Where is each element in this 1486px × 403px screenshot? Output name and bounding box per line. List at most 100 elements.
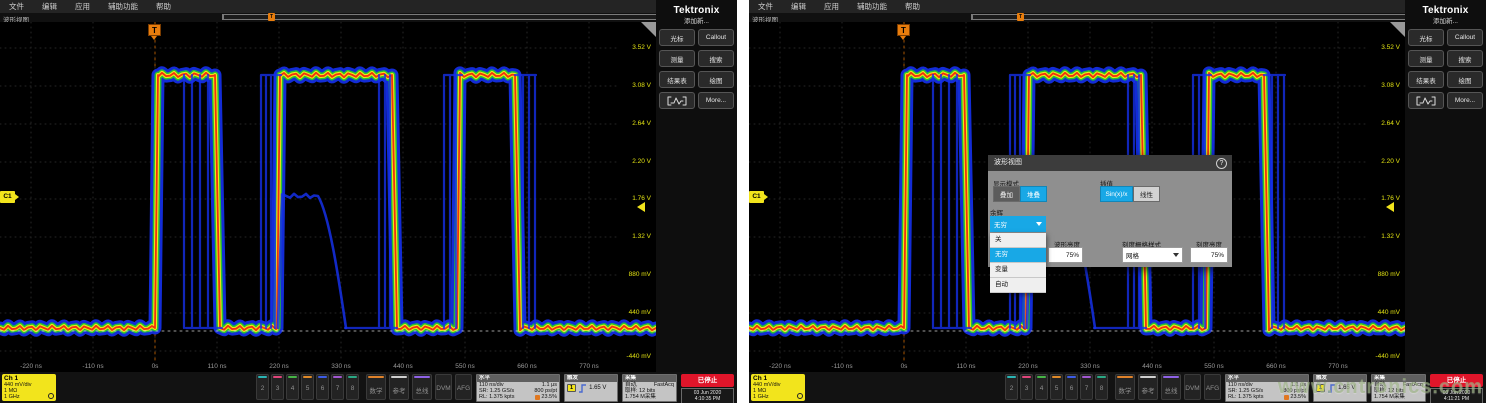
y-axis-label: 3.52 V <box>632 44 651 51</box>
side-button[interactable]: 绘图 <box>698 71 734 88</box>
y-axis-label: 440 mV <box>1378 309 1400 316</box>
channel8-button[interactable]: 8 <box>346 374 359 400</box>
trigger-panel[interactable]: 触发 1 1.65 V <box>564 374 618 402</box>
overview-trigger-marker[interactable]: T <box>268 13 275 21</box>
measurement-badge-icon[interactable] <box>659 92 695 109</box>
channel3-button[interactable]: 3 <box>1020 374 1033 400</box>
channel-color-strip <box>1022 376 1031 378</box>
数学-button[interactable]: 数学 <box>1115 374 1135 400</box>
side-button[interactable]: 结果表 <box>659 71 695 88</box>
参考-button[interactable]: 参考 <box>1138 374 1158 400</box>
总线-button[interactable]: 总线 <box>412 374 432 400</box>
side-button[interactable]: 测量 <box>659 50 695 67</box>
trigger-level-arrow-icon[interactable] <box>632 202 645 212</box>
more-button[interactable]: More... <box>1447 92 1483 109</box>
callout-button[interactable]: Callout <box>698 29 734 46</box>
y-axis-label: 1.32 V <box>632 233 651 240</box>
more-button[interactable]: More... <box>698 92 734 109</box>
y-axis-label: -440 mV <box>1375 353 1400 360</box>
channel2-button[interactable]: 2 <box>1005 374 1018 400</box>
persistence-option-变量[interactable]: 变量 <box>990 263 1046 278</box>
persistence-option-关[interactable]: 关 <box>990 233 1046 248</box>
数学-button[interactable]: 数学 <box>366 374 386 400</box>
horizontal-panel[interactable]: 水平 110 ns/div1.1 μs SR: 1.25 GS/s800 ps/… <box>476 374 560 402</box>
waveform-intensity-input[interactable]: 75% <box>1048 247 1083 263</box>
channel5-button[interactable]: 5 <box>1050 374 1063 400</box>
trigger-position-flag[interactable]: T <box>148 24 161 36</box>
trigger-source-badge: 1 <box>567 384 576 392</box>
button-color-strip <box>1163 376 1179 378</box>
channel4-button[interactable]: 4 <box>1035 374 1048 400</box>
help-icon[interactable]: ? <box>1216 158 1227 169</box>
channel6-button[interactable]: 6 <box>316 374 329 400</box>
button-color-strip <box>414 376 430 378</box>
x-axis-label: 0s <box>901 363 908 370</box>
graticule-style-dropdown[interactable]: 网格 <box>1122 247 1183 263</box>
channel2-button[interactable]: 2 <box>256 374 269 400</box>
menu-item-编辑[interactable]: 编辑 <box>782 1 815 12</box>
menu-item-应用[interactable]: 应用 <box>815 1 848 12</box>
channel1-badge[interactable]: Ch 1 440 mV/div 1 MΩ 1 GHz <box>2 374 56 401</box>
corner-handle-icon[interactable] <box>641 22 656 37</box>
side-button[interactable]: 测量 <box>1408 50 1444 67</box>
channel1-badge[interactable]: Ch 1 440 mV/div 1 MΩ 1 GHz <box>751 374 805 401</box>
channel6-button[interactable]: 6 <box>1065 374 1078 400</box>
dvm-button[interactable]: DVM <box>1184 374 1201 400</box>
interpolation-sinx-button[interactable]: Sin(x)/x <box>1100 186 1133 202</box>
persistence-options-list: 关无穷变量自动 <box>990 233 1046 293</box>
side-button[interactable]: 光标 <box>659 29 695 46</box>
run-stop-button[interactable]: 已停止 <box>681 374 734 387</box>
y-axis-label: 2.64 V <box>1381 120 1400 127</box>
总线-button[interactable]: 总线 <box>1161 374 1181 400</box>
persistence-option-自动[interactable]: 自动 <box>990 278 1046 293</box>
measurement-badge-icon[interactable] <box>1408 92 1444 109</box>
horizontal-overview-bar[interactable]: T <box>971 14 1453 20</box>
callout-button[interactable]: Callout <box>1447 29 1483 46</box>
channel7-button[interactable]: 7 <box>1080 374 1093 400</box>
menu-item-文件[interactable]: 文件 <box>0 1 33 12</box>
side-button[interactable]: 搜索 <box>698 50 734 67</box>
menu-item-帮助[interactable]: 帮助 <box>147 1 180 12</box>
side-button[interactable]: 搜索 <box>1447 50 1483 67</box>
参考-button[interactable]: 参考 <box>389 374 409 400</box>
channel1-marker[interactable]: C1 <box>749 191 764 203</box>
channel3-button[interactable]: 3 <box>271 374 284 400</box>
y-axis-label: 1.76 V <box>632 195 651 202</box>
trigger-position-flag[interactable]: T <box>897 24 910 36</box>
channel7-button[interactable]: 7 <box>331 374 344 400</box>
afg-button[interactable]: AFG <box>1204 374 1221 400</box>
persistence-dropdown[interactable]: 无穷 <box>990 216 1046 232</box>
corner-handle-icon[interactable] <box>1390 22 1405 37</box>
menu-item-文件[interactable]: 文件 <box>749 1 782 12</box>
menu-item-编辑[interactable]: 编辑 <box>33 1 66 12</box>
dvm-button[interactable]: DVM <box>435 374 452 400</box>
menu-item-辅助功能[interactable]: 辅助功能 <box>848 1 896 12</box>
channel1-marker[interactable]: C1 <box>0 191 15 203</box>
trigger-level-arrow-icon[interactable] <box>1381 202 1394 212</box>
side-button[interactable]: 绘图 <box>1447 71 1483 88</box>
display-mode-overlay-button[interactable]: 叠加 <box>993 186 1020 202</box>
side-button[interactable]: 光标 <box>1408 29 1444 46</box>
waveform-display[interactable]: 3.52 V3.08 V2.64 V2.20 V1.76 V1.32 V880 … <box>0 22 656 372</box>
interpolation-linear-button[interactable]: 线性 <box>1133 186 1160 202</box>
graticule-intensity-input[interactable]: 75% <box>1190 247 1228 263</box>
x-axis-label: 770 ns <box>1328 363 1348 370</box>
channel-color-strip <box>258 376 267 378</box>
channel5-button[interactable]: 5 <box>301 374 314 400</box>
menu-item-应用[interactable]: 应用 <box>66 1 99 12</box>
horizontal-overview-bar[interactable]: T <box>222 14 704 20</box>
add-new-panel: 添加新... 光标Callout测量搜索结果表绘图More... <box>1405 13 1486 372</box>
dialog-title-bar[interactable]: 波形视图 ? <box>988 155 1232 171</box>
persistence-option-无穷[interactable]: 无穷 <box>990 248 1046 263</box>
menu-item-帮助[interactable]: 帮助 <box>896 1 929 12</box>
display-mode-stacked-button[interactable]: 堆叠 <box>1020 186 1047 202</box>
afg-button[interactable]: AFG <box>455 374 472 400</box>
channel4-button[interactable]: 4 <box>286 374 299 400</box>
acquisition-panel[interactable]: 采集 自动,FastAcq 取样: 12 bits 1.754 M采集 <box>622 374 677 402</box>
menu-item-辅助功能[interactable]: 辅助功能 <box>99 1 147 12</box>
x-axis-label: -220 ns <box>20 363 42 370</box>
oscilloscope-screen: 文件编辑应用辅助功能帮助 Tektronix 波形视图 T 3.52 V3.08… <box>0 0 737 403</box>
side-button[interactable]: 结果表 <box>1408 71 1444 88</box>
channel8-button[interactable]: 8 <box>1095 374 1108 400</box>
overview-trigger-marker[interactable]: T <box>1017 13 1024 21</box>
